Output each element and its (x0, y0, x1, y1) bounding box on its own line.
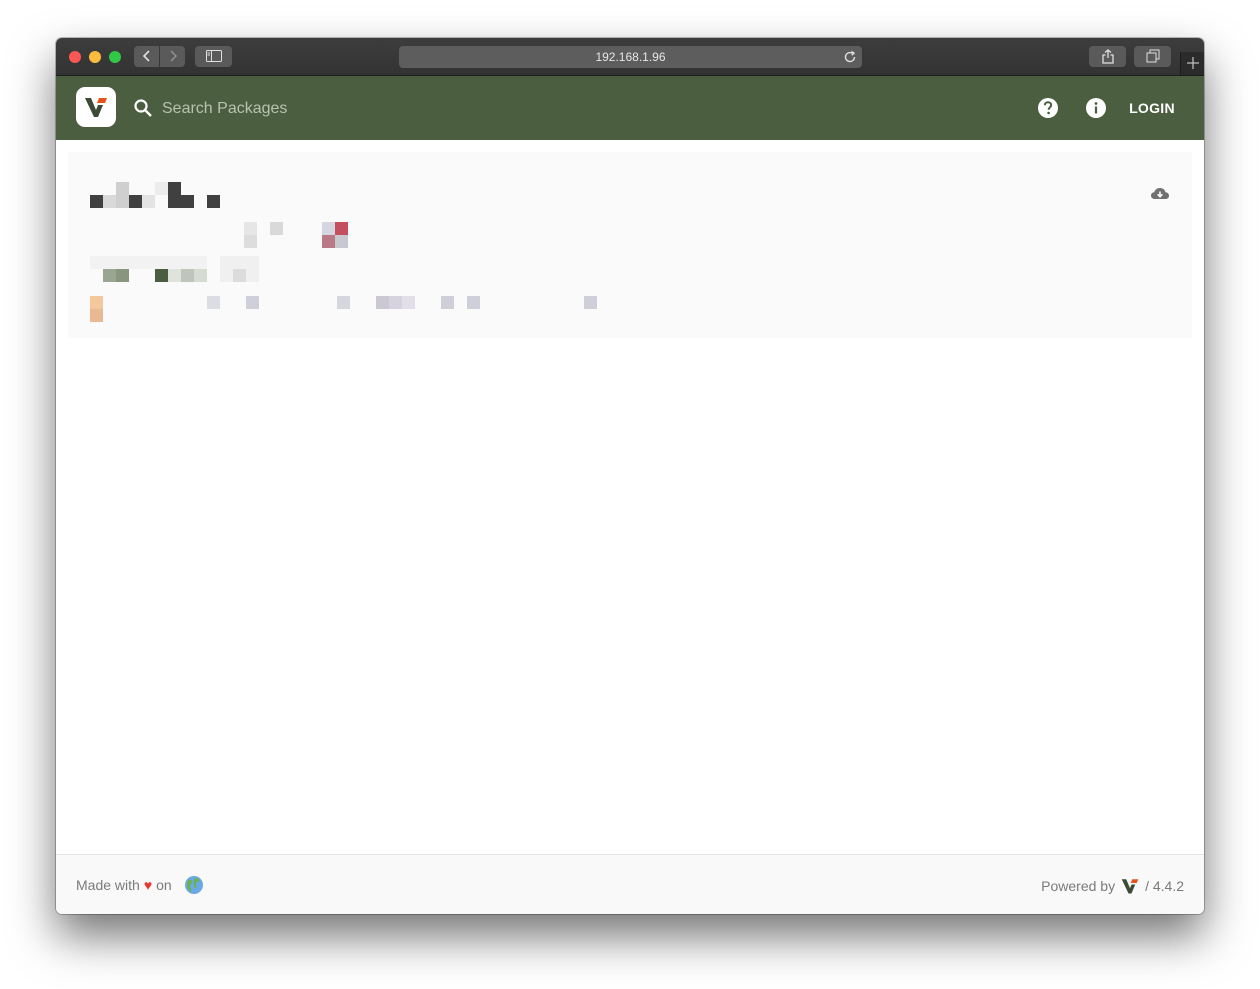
plus-icon (1187, 57, 1199, 69)
powered-by: Powered by / 4.4.2 (1041, 877, 1184, 895)
globe-icon[interactable] (184, 875, 204, 895)
share-button[interactable] (1089, 46, 1126, 67)
browser-toolbar: 192.168.1.96 (56, 38, 1204, 76)
package-list (56, 140, 1204, 854)
search-icon (134, 99, 152, 117)
made-with-text: Made with ♥ on (76, 877, 172, 893)
heart-icon: ♥ (143, 877, 153, 893)
powered-by-label: Powered by (1041, 878, 1116, 894)
chevron-left-icon (142, 50, 150, 62)
address-url: 192.168.1.96 (595, 50, 666, 64)
package-description (90, 296, 630, 326)
verdaccio-mini-logo-icon[interactable] (1121, 877, 1139, 895)
search-input[interactable] (160, 94, 464, 124)
show-tabs-button[interactable] (1134, 46, 1171, 67)
package-author (90, 256, 270, 288)
help-icon[interactable] (1037, 97, 1059, 119)
browser-window: 192.168.1.96 Search Packages LOGIN Made … (56, 38, 1204, 914)
minimize-window-button[interactable] (89, 51, 101, 63)
back-button[interactable] (134, 46, 159, 67)
version-label: / 4.4.2 (1145, 878, 1184, 894)
verdaccio-logo[interactable] (76, 87, 116, 127)
new-tab-button[interactable] (1180, 52, 1204, 75)
cloud-download-icon[interactable] (1150, 185, 1170, 203)
share-icon (1101, 49, 1114, 64)
address-bar[interactable]: 192.168.1.96 (399, 46, 862, 68)
maximize-window-button[interactable] (109, 51, 121, 63)
package-item[interactable] (68, 152, 1192, 338)
verdaccio-logo-icon (85, 98, 107, 117)
login-button[interactable]: LOGIN (1122, 94, 1182, 122)
app-header: LOGIN (56, 76, 1204, 140)
sidebar-toggle-button[interactable] (195, 46, 232, 67)
on-label: on (156, 877, 172, 893)
footer: Made with ♥ on Powered by / 4.4.2 (56, 854, 1204, 914)
made-with-label: Made with (76, 877, 140, 893)
close-window-button[interactable] (69, 51, 81, 63)
info-icon[interactable] (1085, 97, 1107, 119)
package-name[interactable] (90, 182, 250, 222)
chevron-right-icon (169, 50, 177, 62)
package-version (244, 222, 384, 252)
tabs-icon (1146, 49, 1159, 63)
forward-button[interactable] (160, 46, 185, 67)
reload-icon[interactable] (842, 49, 858, 65)
sidebar-icon (205, 50, 222, 62)
